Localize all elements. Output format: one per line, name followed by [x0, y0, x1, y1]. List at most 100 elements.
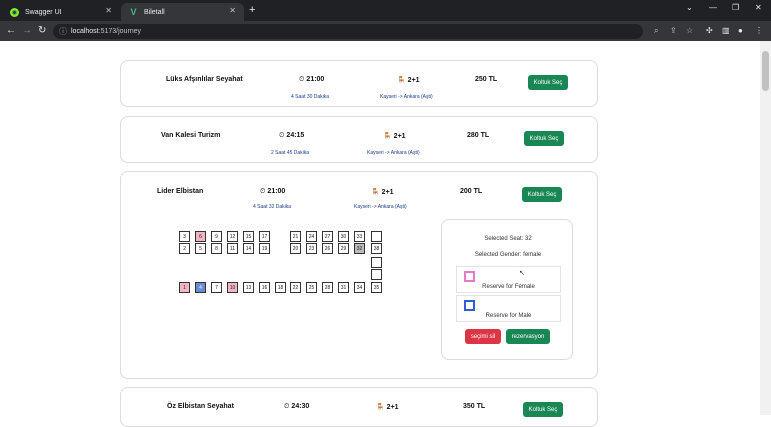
- reservation-button[interactable]: rezervasyon: [506, 329, 550, 344]
- tab-biletall[interactable]: V Biletall ✕: [121, 3, 244, 21]
- company-name: Lüks Afşınlılar Seyahat: [166, 76, 243, 83]
- tab-search-icon[interactable]: ⌄: [686, 3, 693, 12]
- seat-28[interactable]: 28: [322, 282, 333, 293]
- seat-38[interactable]: 38: [371, 243, 382, 254]
- seat-33[interactable]: 33: [354, 231, 365, 242]
- seat-18[interactable]: 18: [275, 282, 286, 293]
- seat-empty[interactable]: [371, 231, 382, 242]
- bookmark-star-icon[interactable]: ☆: [686, 26, 693, 35]
- seat-24[interactable]: 24: [306, 231, 317, 242]
- seat-14[interactable]: 14: [243, 243, 254, 254]
- scroll-thumb[interactable]: [762, 51, 769, 91]
- seat-10[interactable]: 10: [227, 282, 238, 293]
- journey-card: Lüks Afşınlılar Seyahat ⏲ 21:00 4 Saat 3…: [120, 60, 598, 107]
- seat-15[interactable]: 15: [243, 231, 254, 242]
- seat-4[interactable]: 4: [195, 282, 206, 293]
- seat-2[interactable]: 2: [179, 243, 190, 254]
- seat-12[interactable]: 12: [227, 231, 238, 242]
- seat-icon: 🪑: [383, 133, 392, 140]
- seat-21[interactable]: 21: [290, 231, 301, 242]
- vue-icon: V: [130, 7, 137, 17]
- seat-25[interactable]: 25: [306, 282, 317, 293]
- departure-time: ⏲ 21:00: [299, 76, 325, 83]
- back-icon[interactable]: ←: [6, 25, 16, 36]
- company-name: Van Kalesi Turizm: [161, 132, 221, 139]
- seat-23[interactable]: 23: [306, 243, 317, 254]
- seat-layout: 🪑 2+1: [397, 77, 420, 84]
- minimize-button[interactable]: —: [709, 3, 717, 12]
- selected-gender-text: Selected Gender: female: [474, 252, 542, 258]
- seat-17[interactable]: 17: [259, 231, 270, 242]
- seat-9[interactable]: 9: [211, 231, 222, 242]
- seat-22[interactable]: 22: [290, 282, 301, 293]
- forward-icon[interactable]: →: [22, 25, 32, 36]
- price: 350 TL: [463, 403, 486, 410]
- reserve-male-option[interactable]: Reserve for Male: [456, 295, 561, 322]
- seat-6[interactable]: 6: [195, 231, 206, 242]
- window-close-button[interactable]: ✕: [755, 3, 762, 12]
- seat-27[interactable]: 27: [322, 231, 333, 242]
- url-path: :5173/journey: [98, 28, 142, 35]
- seat-34[interactable]: 34: [354, 282, 365, 293]
- reload-icon[interactable]: ↻: [38, 25, 46, 36]
- seat-icon: 🪑: [371, 189, 380, 196]
- seat-1[interactable]: 1: [179, 282, 190, 293]
- journey-card: Öz Elbistan Seyahat ⏲ 24:30 🪑 2+1 350 TL…: [120, 387, 598, 427]
- seat-3[interactable]: 3: [179, 231, 190, 242]
- sidebar-icon[interactable]: ▥: [722, 26, 730, 35]
- seat-26[interactable]: 26: [322, 243, 333, 254]
- select-seat-button[interactable]: Koltuk Seç: [528, 75, 568, 90]
- share-icon[interactable]: ⇪: [670, 26, 677, 35]
- route: Kayseri -> Ankara (Aşti): [354, 204, 407, 210]
- clear-selection-button[interactable]: seçimi sil: [465, 329, 501, 344]
- seat-35[interactable]: 35: [371, 282, 382, 293]
- seat-19[interactable]: 19: [259, 243, 270, 254]
- seat-16[interactable]: 16: [259, 282, 270, 293]
- seat-selection-panel: Selected Seat: 32 Selected Gender: femal…: [441, 219, 573, 360]
- company-name: Öz Elbistan Seyahat: [167, 403, 234, 410]
- seat-8[interactable]: 8: [211, 243, 222, 254]
- page-scrollbar[interactable]: [760, 41, 771, 415]
- reserve-male-label: Reserve for Male: [485, 313, 532, 319]
- seat-layout: 🪑 2+1: [376, 404, 399, 411]
- select-seat-button[interactable]: Koltuk Seç: [522, 187, 562, 202]
- seat-11[interactable]: 11: [227, 243, 238, 254]
- departure-time: ⏲ 24:30: [284, 403, 310, 410]
- address-bar[interactable]: ⓘ localhost:5173/journey: [53, 24, 643, 39]
- restore-button[interactable]: ❐: [732, 3, 739, 12]
- close-icon[interactable]: ✕: [229, 6, 236, 15]
- selected-seat-text: Selected Seat: 32: [484, 236, 532, 242]
- route: Kayseri -> Ankara (Aşti): [367, 150, 420, 156]
- seat-13[interactable]: 13: [243, 282, 254, 293]
- seat-empty[interactable]: [371, 269, 382, 280]
- select-seat-button[interactable]: Koltuk Seç: [524, 131, 564, 146]
- menu-icon[interactable]: ⋮: [755, 26, 763, 35]
- seat-empty[interactable]: [371, 257, 382, 268]
- seat-7[interactable]: 7: [211, 282, 222, 293]
- site-info-icon[interactable]: ⓘ: [59, 24, 67, 39]
- zoom-icon[interactable]: ⌕: [654, 26, 658, 36]
- tab-title: Biletall: [144, 8, 165, 16]
- seat-31[interactable]: 31: [338, 282, 349, 293]
- clock-icon: ⏲: [260, 188, 266, 195]
- tab-swagger[interactable]: ◉ Swagger UI ✕: [2, 3, 120, 21]
- price: 200 TL: [460, 188, 483, 195]
- url-host: localhost: [71, 28, 99, 35]
- browser-tab-bar: ◉ Swagger UI ✕ V Biletall ✕ + ⌄ — ❐ ✕: [0, 0, 771, 21]
- close-icon[interactable]: ✕: [105, 6, 112, 15]
- reserve-female-option[interactable]: Reserve for Female: [456, 266, 561, 293]
- female-swatch: [464, 271, 475, 282]
- price: 250 TL: [475, 76, 498, 83]
- seat-29[interactable]: 29: [338, 243, 349, 254]
- seat-30[interactable]: 30: [338, 231, 349, 242]
- new-tab-button[interactable]: +: [249, 4, 255, 16]
- trip-duration: 4 Saat 30 Dakika: [291, 94, 330, 100]
- extensions-icon[interactable]: ✣: [706, 26, 713, 35]
- seat-32[interactable]: 32: [354, 243, 365, 254]
- seat-5[interactable]: 5: [195, 243, 206, 254]
- seat-20[interactable]: 20: [290, 243, 301, 254]
- profile-icon[interactable]: ●: [738, 26, 743, 35]
- journey-card: Van Kalesi Turizm ⏲ 24:15 2 Saat 45 Daki…: [120, 116, 598, 163]
- price: 280 TL: [467, 132, 490, 139]
- browser-toolbar: ← → ↻ ⓘ localhost:5173/journey ⌕ ⇪ ☆ ✣ ▥…: [0, 21, 771, 41]
